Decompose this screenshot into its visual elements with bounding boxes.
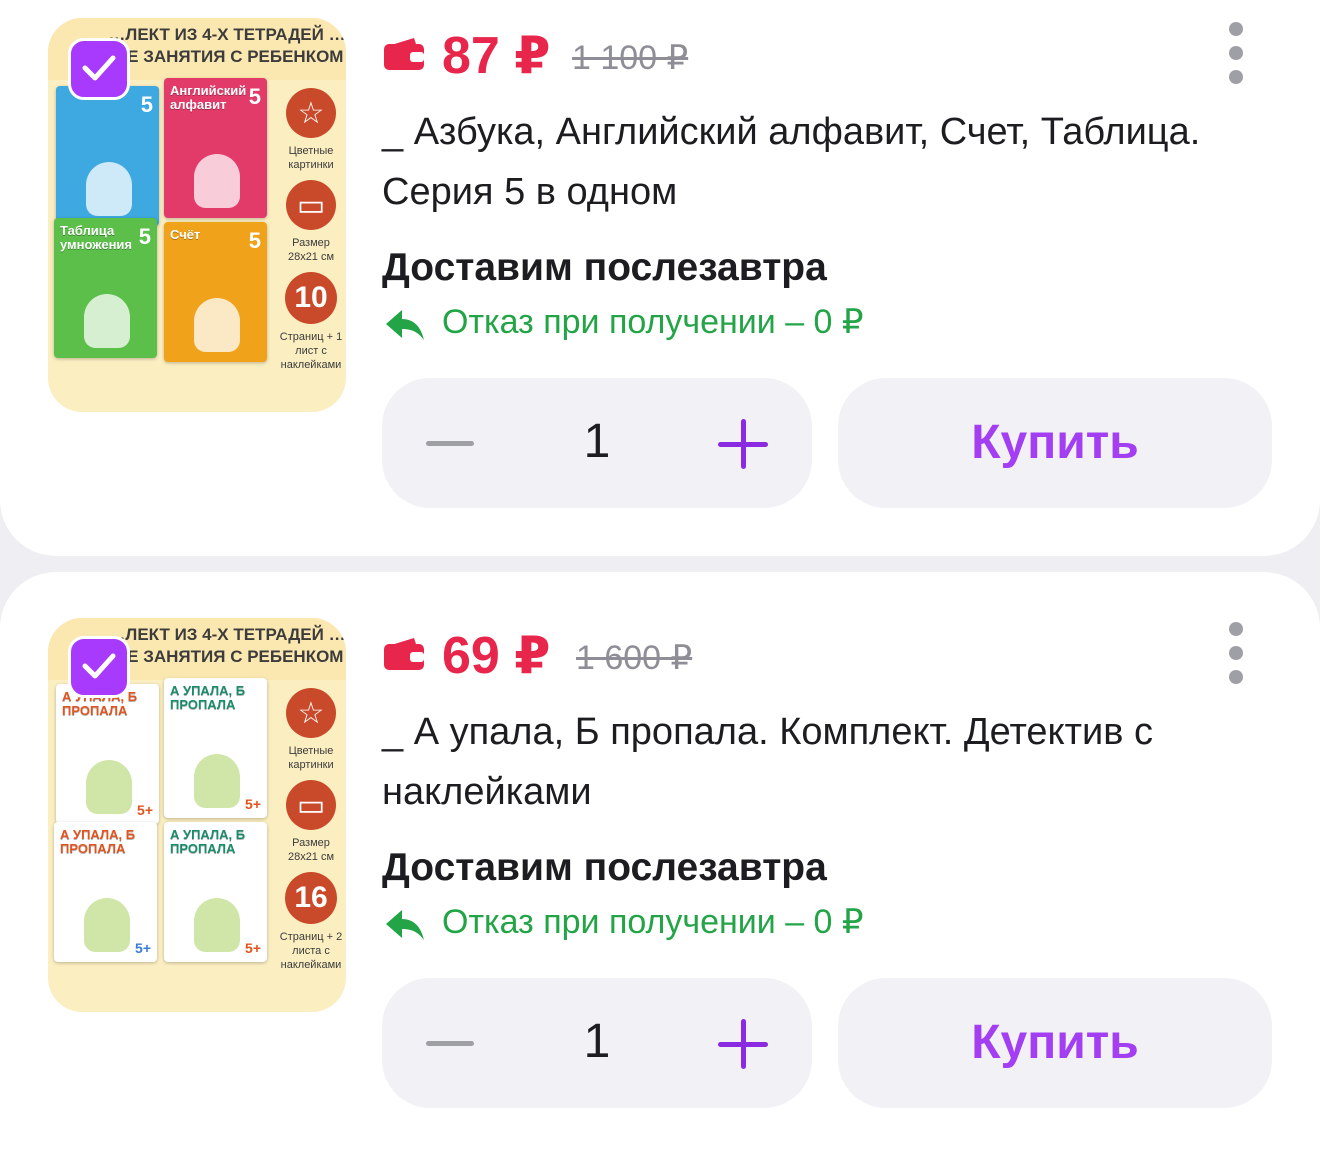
star-icon: ☆	[286, 88, 336, 138]
book-illustration	[84, 294, 130, 348]
book-icon: ▭	[286, 180, 336, 230]
book-number: 5	[248, 228, 261, 253]
image-side-info: ☆ Цветные картинки ▭ Размер 28x21 см 10 …	[276, 80, 346, 378]
minus-icon[interactable]	[426, 1041, 474, 1046]
book-number: 5	[138, 224, 151, 249]
more-options-icon[interactable]	[1224, 622, 1248, 686]
book-number: 5	[248, 84, 261, 109]
book-number: 5	[140, 92, 153, 117]
book-illustration	[86, 162, 132, 216]
select-checkbox[interactable]	[68, 636, 130, 698]
book-title: Счёт	[170, 227, 201, 242]
quantity-stepper: 1	[382, 378, 812, 508]
book-illustration	[194, 154, 240, 208]
current-price: 69 ₽	[442, 627, 551, 685]
buy-button[interactable]: Купить	[838, 378, 1272, 508]
checkmark-icon	[82, 653, 116, 679]
quantity-value: 1	[583, 1015, 611, 1068]
buy-button[interactable]: Купить	[838, 978, 1272, 1108]
pages-count-badge: 10	[285, 272, 337, 324]
old-price: 1 100 ₽	[572, 39, 689, 77]
wallet-icon	[384, 38, 424, 70]
refusal-text: Отказ при получении – 0 ₽	[442, 303, 864, 341]
book-cover: Счёт 5	[164, 222, 267, 362]
more-options-icon[interactable]	[1224, 22, 1248, 86]
quantity-stepper: 1	[382, 978, 812, 1108]
select-checkbox[interactable]	[68, 38, 130, 100]
book-cover: Таблица умножения 5	[54, 218, 157, 358]
old-price: 1 600 ₽	[576, 639, 693, 677]
book-cover: 5	[56, 86, 159, 226]
delivery-info: Доставим послезавтра	[382, 846, 827, 889]
product-title[interactable]: _ Азбука, Английский алфавит, Счет, Табл…	[382, 102, 1282, 222]
side-pages-text: Страниц + 1 лист с наклейками	[279, 331, 343, 371]
side-size-text: Размер 28x21 см	[287, 237, 335, 263]
minus-icon[interactable]	[426, 441, 474, 446]
return-arrow-icon	[386, 910, 424, 940]
current-price: 87 ₽	[442, 27, 551, 85]
plus-icon[interactable]	[718, 1019, 768, 1069]
book-title: Таблица умножения	[60, 223, 133, 252]
product-card: …ЛЕКТ ИЗ 4-Х ТЕТРАДЕЙ … ЫЕ ЗАНЯТИЯ С РЕБ…	[0, 0, 1320, 556]
delivery-info: Доставим послезавтра	[382, 246, 827, 289]
plus-icon[interactable]	[718, 419, 768, 469]
return-arrow-icon	[386, 310, 424, 340]
book-illustration	[194, 298, 240, 352]
product-title[interactable]: _ А упала, Б пропала. Комплект. Детектив…	[382, 702, 1282, 822]
book-title: Английский алфавит	[170, 83, 247, 112]
book-cover: Английский алфавит 5	[164, 78, 267, 218]
side-colored-text: Цветные картинки	[288, 145, 334, 171]
refusal-text: Отказ при получении – 0 ₽	[442, 903, 864, 941]
checkmark-icon	[82, 55, 116, 81]
wallet-icon	[384, 638, 424, 670]
quantity-value: 1	[583, 415, 611, 468]
